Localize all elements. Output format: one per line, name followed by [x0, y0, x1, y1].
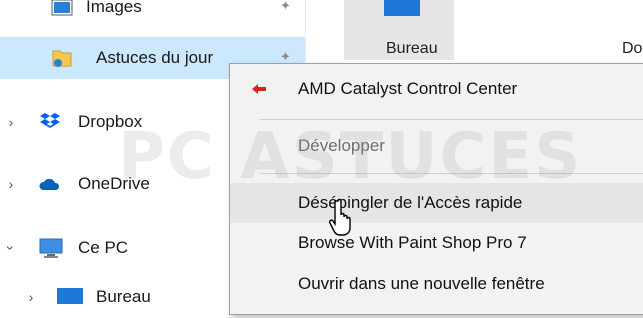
dropbox-icon — [38, 110, 62, 134]
hand-cursor-icon — [328, 197, 358, 237]
tile-caption: Do — [622, 40, 643, 57]
menu-item-paint-shop-pro[interactable]: Browse With Paint Shop Pro 7 — [230, 223, 643, 263]
tile-caption: Bureau — [386, 40, 438, 57]
menu-item-desepingler[interactable]: Désépingler de l'Accès rapide — [230, 183, 643, 223]
menu-item-label: AMD Catalyst Control Center — [298, 79, 518, 98]
amd-catalyst-icon — [250, 81, 268, 97]
desktop-folder-icon — [56, 285, 83, 309]
images-folder-icon — [50, 0, 74, 19]
desktop-folder-icon — [384, 0, 420, 16]
user-folder-icon — [50, 46, 74, 70]
chevron-right-icon[interactable]: › — [4, 114, 18, 130]
tile-do[interactable]: Do — [588, 0, 643, 72]
context-menu: AMD Catalyst Control Center Développer D… — [229, 63, 643, 315]
menu-item-label: Développer — [298, 136, 385, 155]
onedrive-cloud-icon — [38, 172, 62, 196]
nav-item-images[interactable]: Images ✦ — [0, 0, 305, 28]
nav-item-label: OneDrive — [78, 174, 150, 193]
menu-item-nouvelle-fenetre[interactable]: Ouvrir dans une nouvelle fenêtre — [230, 264, 643, 304]
menu-item-label: Ouvrir dans une nouvelle fenêtre — [298, 274, 545, 293]
menu-item-amd-catalyst[interactable]: AMD Catalyst Control Center — [230, 69, 643, 109]
menu-item-developper: Développer — [230, 126, 643, 166]
chevron-right-icon[interactable]: › — [4, 176, 18, 192]
nav-item-label: Dropbox — [78, 112, 143, 131]
nav-item-label: Ce PC — [78, 238, 129, 257]
nav-item-label: Images — [86, 0, 142, 16]
tile-bureau[interactable]: Bureau — [344, 0, 454, 60]
menu-separator — [260, 173, 643, 174]
chevron-right-icon[interactable]: › — [24, 289, 38, 305]
chevron-down-icon[interactable]: › — [3, 241, 19, 255]
computer-monitor-icon — [38, 236, 63, 260]
pin-icon[interactable]: ✦ — [280, 0, 296, 14]
nav-item-label: Astuces du jour — [96, 48, 214, 67]
menu-separator — [260, 119, 643, 120]
